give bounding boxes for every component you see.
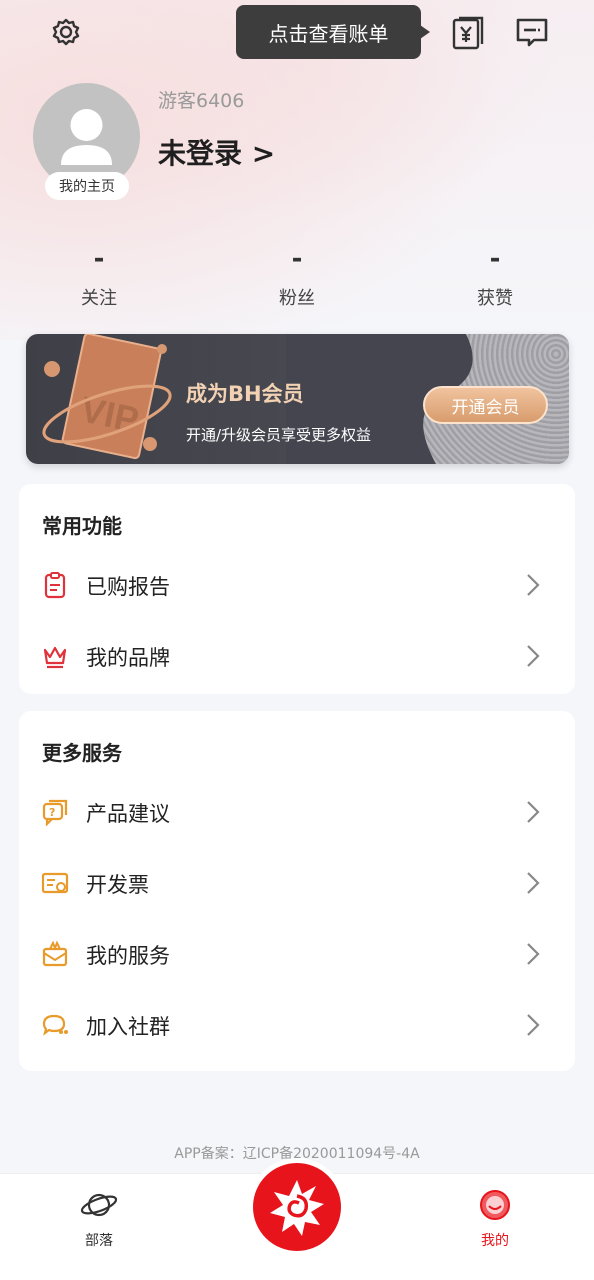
planet-icon: [80, 1193, 118, 1217]
section-title: 更多服务: [42, 741, 122, 765]
top-bar: 点击查看账单: [0, 0, 594, 64]
smile-face-icon: [480, 1190, 510, 1220]
stat-label: 关注: [81, 288, 117, 309]
settings-gear-icon[interactable]: [44, 10, 88, 54]
stat-value: -: [93, 244, 105, 274]
stat-fans[interactable]: - 粉丝: [227, 244, 367, 310]
bill-yuan-icon[interactable]: [446, 10, 490, 54]
list-item-join-community[interactable]: 加入社群: [19, 995, 575, 1055]
service-gift-icon: [42, 940, 68, 967]
list-item-product-suggestion[interactable]: ? 产品建议: [19, 782, 575, 842]
list-item-label: 开发票: [86, 873, 149, 897]
chevron-right-icon: [527, 1014, 540, 1036]
stat-value: -: [489, 244, 501, 274]
chevron-right-icon: [527, 943, 540, 965]
list-item-label: 产品建议: [86, 802, 170, 826]
vip-title: 成为BH会员: [186, 382, 304, 406]
guest-name: 游客6406: [158, 90, 245, 112]
open-vip-label: 开通会员: [451, 397, 520, 418]
report-clipboard-icon: [44, 572, 66, 599]
crown-icon: [43, 646, 67, 669]
stat-following[interactable]: - 关注: [29, 244, 169, 310]
open-vip-button[interactable]: 开通会员: [423, 386, 548, 424]
list-item-my-service[interactable]: 我的服务: [19, 924, 575, 984]
bill-tooltip[interactable]: 点击查看账单: [236, 5, 430, 59]
tooltip-text: 点击查看账单: [268, 21, 389, 46]
list-item-invoice[interactable]: 开发票: [19, 853, 575, 913]
list-item-purchased-reports[interactable]: 已购报告: [19, 555, 575, 615]
more-services-card: 更多服务 ? 产品建议 开发票 我的服务 加入社群: [19, 711, 575, 1071]
list-item-label: 已购报告: [86, 575, 170, 599]
common-functions-card: 常用功能 已购报告 我的品牌: [19, 484, 575, 694]
login-link[interactable]: 未登录 >: [158, 132, 275, 172]
list-item-label: 我的服务: [86, 944, 170, 968]
chevron-right-icon: [527, 801, 540, 823]
list-item-label: 我的品牌: [86, 646, 170, 670]
list-item-my-brand[interactable]: 我的品牌: [19, 626, 575, 686]
stat-likes[interactable]: - 获赞: [425, 244, 565, 310]
tab-label: 部落: [85, 1233, 113, 1249]
stat-value: -: [291, 244, 303, 274]
invoice-icon: [41, 872, 69, 894]
brand-logo-button[interactable]: [248, 1158, 346, 1256]
question-chat-icon: ?: [42, 799, 68, 826]
tab-mine[interactable]: 我的: [450, 1188, 540, 1250]
community-chat-icon: [42, 1014, 68, 1036]
my-homepage-button[interactable]: 我的主页: [45, 172, 129, 200]
vip-banner[interactable]: VIP 成为BH会员 开通/升级会员享受更多权益 开通会员: [26, 334, 569, 464]
vip-card-icon: VIP: [42, 334, 172, 460]
chevron-right-icon: [527, 645, 540, 667]
tab-tribe[interactable]: 部落: [54, 1188, 144, 1250]
chevron-right-icon: [527, 574, 540, 596]
svg-text:?: ?: [49, 806, 55, 819]
homepage-label: 我的主页: [59, 179, 115, 195]
stat-label: 粉丝: [279, 288, 315, 309]
brand-logo-icon: [270, 1180, 324, 1236]
list-item-label: 加入社群: [86, 1015, 170, 1039]
message-icon[interactable]: [510, 10, 554, 54]
vip-subtitle: 开通/升级会员享受更多权益: [186, 426, 372, 444]
chevron-right-icon: [527, 872, 540, 894]
section-title: 常用功能: [42, 514, 122, 538]
stat-label: 获赞: [477, 288, 513, 309]
tab-label: 我的: [481, 1233, 509, 1249]
